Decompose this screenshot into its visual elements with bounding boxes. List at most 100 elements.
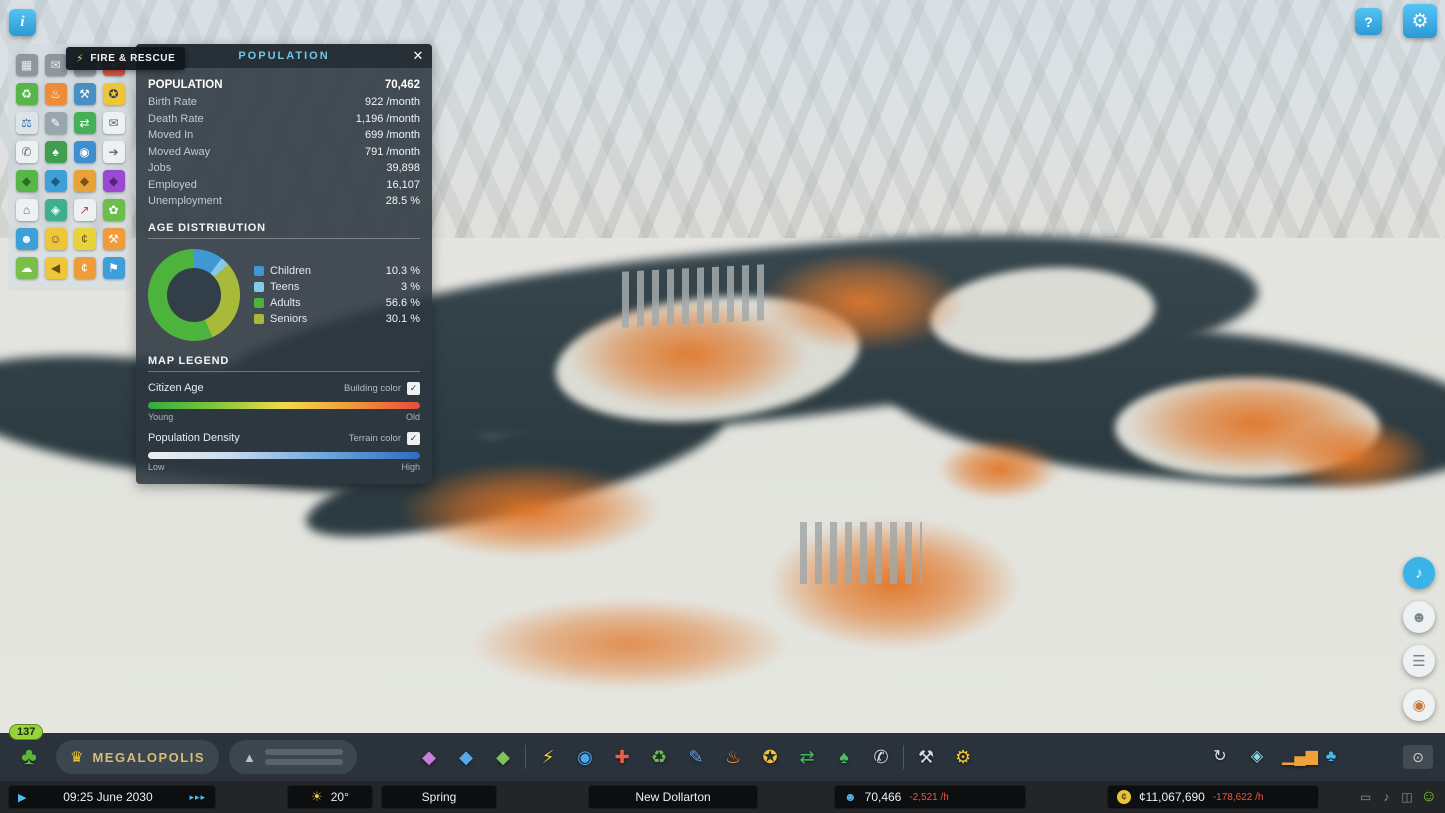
toolbar-divider bbox=[525, 745, 526, 769]
infoview-fire-rescue-icon[interactable]: ♨ bbox=[45, 83, 67, 105]
infoview-pollution-icon[interactable]: ☁ bbox=[16, 257, 38, 279]
population-summary-row: POPULATION 70,462 bbox=[148, 77, 420, 94]
sun-icon: ☀ bbox=[311, 789, 323, 805]
xp-progress-pill[interactable]: ▲ bbox=[229, 740, 357, 774]
gradient-min-label: Young bbox=[148, 412, 173, 422]
chirper-button[interactable]: ♪ bbox=[1403, 557, 1435, 589]
building-color-checkbox[interactable]: ✓ bbox=[407, 382, 420, 395]
right-tools: ↻ ◈ ▁▄▆ ♣ bbox=[1208, 749, 1343, 765]
infoview-workplaces-icon[interactable]: ⚒ bbox=[103, 228, 125, 250]
infoview-citizens-icon[interactable]: ☻ bbox=[16, 228, 38, 250]
stat-row: Death Rate 1,196 /month bbox=[148, 111, 420, 128]
education-tool[interactable]: ✎ bbox=[684, 748, 708, 766]
infoview-garbage-icon[interactable]: ♻ bbox=[16, 83, 38, 105]
age-legend-row: Children 10.3 % bbox=[254, 265, 420, 277]
infoview-map-icon[interactable]: ▦ bbox=[16, 54, 38, 76]
stat-label: Moved In bbox=[148, 127, 193, 144]
media-controls: ▭ ♪ ◫ bbox=[1360, 790, 1413, 804]
infoview-transportation-icon[interactable]: ⇄ bbox=[74, 112, 96, 134]
radio-icon[interactable]: ♪ bbox=[1383, 790, 1389, 804]
play-button[interactable]: ▶ bbox=[18, 791, 26, 804]
map-legend-title: MAP LEGEND bbox=[148, 355, 420, 372]
toggle-label: Building color bbox=[344, 383, 401, 394]
stat-value: 791 /month bbox=[365, 144, 420, 161]
infoview-zoning-office-icon[interactable]: ◆ bbox=[103, 170, 125, 192]
gradient-max-label: Old bbox=[406, 412, 420, 422]
screen-icon[interactable]: ▭ bbox=[1360, 790, 1371, 804]
help-button[interactable]: ? bbox=[1355, 8, 1382, 35]
infoview-profitability-icon[interactable]: ↗ bbox=[74, 199, 96, 221]
economy-button[interactable]: ↻ bbox=[1208, 749, 1232, 765]
terrain-color-checkbox[interactable]: ✓ bbox=[407, 432, 420, 445]
healthcare-tool[interactable]: ✚ bbox=[610, 748, 634, 766]
infoview-education-icon[interactable]: ✎ bbox=[45, 112, 67, 134]
weather-segment[interactable]: ☀ 20° bbox=[287, 785, 373, 809]
leaf-icon: ♣ bbox=[21, 743, 37, 770]
infoview-mail-icon[interactable]: ✉ bbox=[45, 54, 67, 76]
infoview-noise-icon[interactable]: ◀ bbox=[45, 257, 67, 279]
journal-button[interactable]: ☰ bbox=[1403, 645, 1435, 677]
settings-gear-button[interactable]: ⚙ bbox=[1403, 4, 1437, 38]
police-tool[interactable]: ✪ bbox=[758, 748, 782, 766]
infoview-zoning-residential-icon[interactable]: ◆ bbox=[16, 170, 38, 192]
statistics-button[interactable]: ▁▄▆ bbox=[1282, 749, 1306, 765]
infoview-panel: ▦ ✉ ⚡ ✚ ♻ ♨ ⚒ ✪ ⚖ ✎ ⇄ ✉ ✆ ♠ ◉ ➔ bbox=[8, 44, 132, 291]
followed-citizen-button[interactable]: ☻ bbox=[1403, 601, 1435, 633]
zones-tool[interactable]: ◆ bbox=[417, 748, 441, 766]
infoview-wealth-icon[interactable]: ¢ bbox=[74, 228, 96, 250]
stat-row: Jobs 39,898 bbox=[148, 160, 420, 177]
infoview-routes-icon[interactable]: ➔ bbox=[103, 141, 125, 163]
infoview-tourism-icon[interactable]: ⚑ bbox=[103, 257, 125, 279]
development-points[interactable]: ♣ 137 bbox=[12, 745, 46, 769]
misc-tools: ⚒⚙ bbox=[914, 748, 975, 766]
infoview-post-icon[interactable]: ✉ bbox=[103, 112, 125, 134]
stat-value: 699 /month bbox=[365, 127, 420, 144]
infoview-land-value-icon[interactable]: ◈ bbox=[45, 199, 67, 221]
communications-tool[interactable]: ✆ bbox=[869, 748, 893, 766]
side-buttons: ♪ ☻ ☰ ◉ bbox=[1403, 557, 1435, 721]
infoview-telecom-icon[interactable]: ✆ bbox=[16, 141, 38, 163]
infoview-police-icon[interactable]: ✪ bbox=[103, 83, 125, 105]
garbage-tool[interactable]: ♻ bbox=[647, 748, 671, 766]
xp-bars bbox=[265, 749, 343, 765]
location-segment[interactable]: New Dollarton bbox=[588, 785, 758, 809]
electricity-tool[interactable]: ⚡ bbox=[536, 748, 560, 766]
progression-button[interactable]: ♣ bbox=[1319, 749, 1343, 765]
parks-tool[interactable]: ♠ bbox=[832, 748, 856, 766]
water-tool[interactable]: ◉ bbox=[573, 748, 597, 766]
infoview-maintenance-icon[interactable]: ⚒ bbox=[74, 83, 96, 105]
legend-label: Children bbox=[270, 265, 380, 277]
infoview-zoning-industrial-icon[interactable]: ◆ bbox=[74, 170, 96, 192]
stat-label: Moved Away bbox=[148, 144, 210, 161]
infoview-buildings-icon[interactable]: ⌂ bbox=[16, 199, 38, 221]
happiness-icon[interactable]: ☺ bbox=[1421, 788, 1437, 806]
status-bar: ▶ 09:25 June 2030 ▸▸▸ ☀ 20° Spring New D… bbox=[0, 781, 1445, 813]
terraform-tool[interactable]: ⚒ bbox=[914, 748, 938, 766]
progression-globe-button[interactable]: ◉ bbox=[1403, 689, 1435, 721]
citizen-age-gradient-labels: Young Old bbox=[148, 412, 420, 422]
transportation-tool[interactable]: ⇄ bbox=[795, 748, 819, 766]
signal-icon[interactable]: ◫ bbox=[1401, 790, 1412, 804]
legend-value: 56.6 % bbox=[386, 297, 420, 309]
roads-tool[interactable]: ◆ bbox=[454, 748, 478, 766]
vehicles-tool[interactable]: ⚙ bbox=[951, 748, 975, 766]
infoview-water-icon[interactable]: ◉ bbox=[74, 141, 96, 163]
infoview-economy-icon[interactable]: ¢ bbox=[74, 257, 96, 279]
speed-controls[interactable]: ▸▸▸ bbox=[189, 792, 206, 803]
info-button[interactable]: i bbox=[9, 9, 36, 36]
infoview-happiness-icon[interactable]: ☺ bbox=[45, 228, 67, 250]
landscaping-tool[interactable]: ◆ bbox=[491, 748, 515, 766]
stat-value: 16,107 bbox=[386, 177, 420, 194]
population-segment[interactable]: ☻ 70,466 -2,521 /h bbox=[834, 785, 1026, 809]
fire-rescue-tool[interactable]: ♨ bbox=[721, 748, 745, 766]
close-icon[interactable]: ✕ bbox=[408, 46, 428, 66]
infoview-parks-icon[interactable]: ♠ bbox=[45, 141, 67, 163]
milestone-pill[interactable]: ♛ MEGALOPOLIS bbox=[56, 740, 219, 774]
infoview-zoning-commercial-icon[interactable]: ◆ bbox=[45, 170, 67, 192]
infoviews-button[interactable]: ◈ bbox=[1245, 749, 1269, 765]
camera-button[interactable]: ⊙ bbox=[1403, 745, 1433, 769]
infoview-greenery-icon[interactable]: ✿ bbox=[103, 199, 125, 221]
lightning-icon: ⚡ bbox=[76, 52, 84, 65]
infoview-administration-icon[interactable]: ⚖ bbox=[16, 112, 38, 134]
money-segment[interactable]: ¢ ¢11,067,690 -178,622 /h bbox=[1107, 785, 1319, 809]
